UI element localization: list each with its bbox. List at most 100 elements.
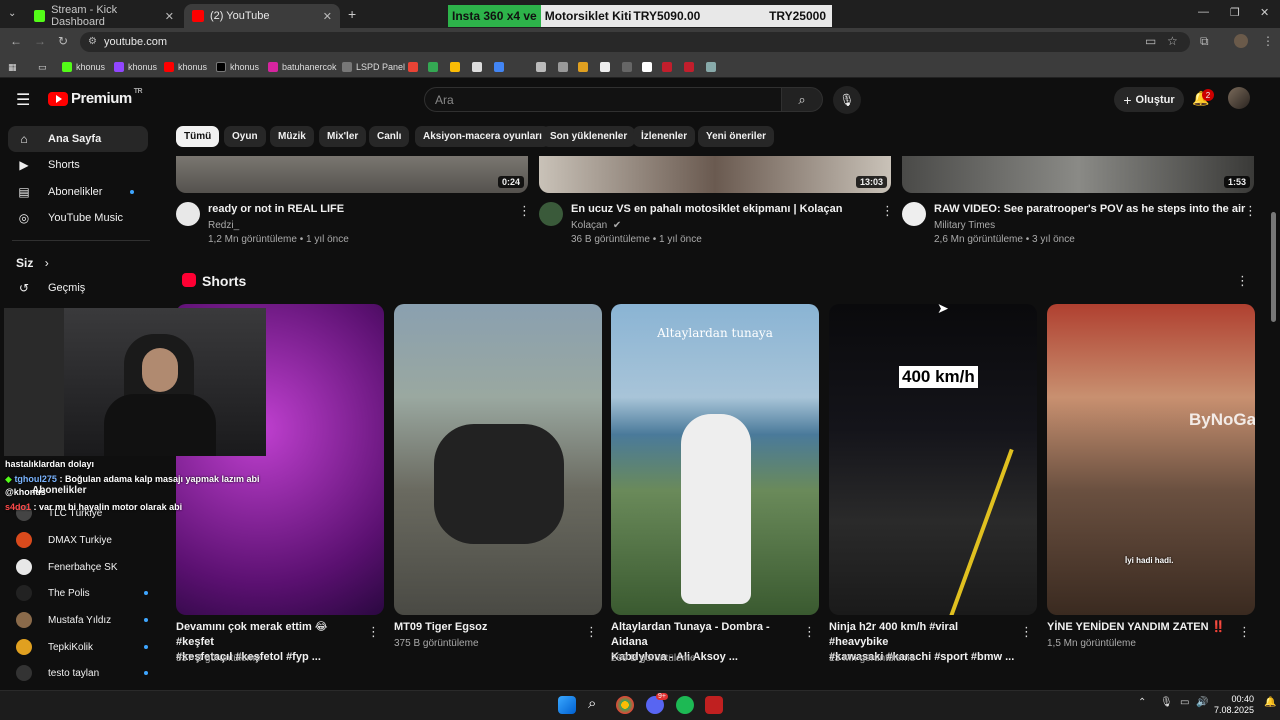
- sidebar-item-home[interactable]: ⌂ Ana Sayfa: [8, 126, 148, 152]
- more-options-icon[interactable]: ⋮: [1020, 624, 1033, 640]
- bookmark-icon[interactable]: [684, 60, 698, 74]
- bookmark-icon[interactable]: [706, 60, 720, 74]
- bookmark-icon[interactable]: [408, 60, 422, 74]
- sidebar-item-history[interactable]: ↺ Geçmiş: [8, 275, 148, 301]
- chip-all[interactable]: Tümü: [176, 126, 220, 147]
- video-channel[interactable]: Military Times: [934, 220, 995, 231]
- video-thumbnail[interactable]: 13:03: [539, 156, 891, 193]
- short-thumbnail[interactable]: [394, 304, 602, 615]
- reload-icon[interactable]: ↻: [58, 34, 68, 48]
- channel-avatar[interactable]: [539, 202, 563, 226]
- extensions-icon[interactable]: ⧉: [1200, 34, 1209, 49]
- video-title[interactable]: RAW VIDEO: See paratrooper's POV as he s…: [934, 203, 1245, 215]
- bookmark-twitch[interactable]: khonus: [114, 60, 157, 74]
- apps-icon[interactable]: ▦: [8, 60, 17, 74]
- tray-mic-icon[interactable]: 🎙: [1160, 697, 1173, 708]
- start-menu-icon[interactable]: [558, 696, 576, 714]
- create-button[interactable]: + Oluştur: [1114, 87, 1184, 112]
- voice-search-button[interactable]: 🎙: [833, 86, 861, 114]
- short-title[interactable]: MT09 Tiger Egsoz: [394, 620, 579, 635]
- back-icon[interactable]: ←: [10, 34, 22, 48]
- bookmark-icon[interactable]: [622, 60, 636, 74]
- short-thumbnail[interactable]: 400 km/h: [829, 304, 1037, 615]
- forward-icon[interactable]: →: [34, 34, 46, 48]
- video-thumbnail[interactable]: 0:24: [176, 156, 528, 193]
- chip-new-to-you[interactable]: Yeni öneriler: [698, 126, 775, 147]
- more-options-icon[interactable]: ⋮: [1244, 203, 1257, 219]
- tray-network-icon[interactable]: ▭: [1180, 697, 1189, 708]
- video-title[interactable]: ready or not in REAL LIFE: [208, 203, 344, 215]
- chip-recently-uploaded[interactable]: Son yüklenenler: [542, 126, 636, 147]
- short-title[interactable]: YİNE YENİDEN YANDIM ZATEN ‼️: [1047, 620, 1232, 635]
- bookmark-instagram[interactable]: batuhanercok: [268, 60, 337, 74]
- bookmark-icon[interactable]: [642, 60, 656, 74]
- profile-avatar[interactable]: [1234, 34, 1248, 48]
- new-tab-button[interactable]: +: [348, 6, 356, 22]
- close-icon[interactable]: ✕: [165, 10, 174, 23]
- bookmark-x[interactable]: khonus: [216, 60, 259, 74]
- tab-youtube[interactable]: (2) YouTube ✕: [184, 4, 340, 28]
- site-info-icon[interactable]: ⚙: [88, 36, 97, 47]
- menu-dots-icon[interactable]: ⋮: [1262, 34, 1274, 48]
- url-input[interactable]: youtube.com: [80, 32, 1190, 52]
- shorts-more-icon[interactable]: ⋮: [1236, 273, 1249, 289]
- sidebar-channel[interactable]: Fenerbahçe SK: [16, 557, 118, 577]
- taskbar-search-icon[interactable]: ⌕: [588, 695, 596, 712]
- short-thumbnail[interactable]: ByNoGame İyi hadi hadi.: [1047, 304, 1255, 615]
- bookmark-icon[interactable]: [600, 60, 614, 74]
- bookmark-star-icon[interactable]: ☆: [1167, 34, 1178, 48]
- more-options-icon[interactable]: ⋮: [518, 203, 531, 219]
- close-icon[interactable]: ✕: [323, 10, 332, 23]
- video-channel[interactable]: Kolaçan ✔: [571, 220, 621, 231]
- tab-search-icon[interactable]: ⌄: [8, 8, 16, 19]
- app-icon[interactable]: [705, 696, 723, 714]
- sidebar-channel[interactable]: Mustafa Yıldız: [16, 610, 148, 630]
- more-options-icon[interactable]: ⋮: [881, 203, 894, 219]
- sidebar-item-music[interactable]: ◎ YouTube Music: [8, 205, 148, 231]
- minimize-icon[interactable]: —: [1198, 6, 1209, 18]
- hamburger-menu-icon[interactable]: ☰: [16, 90, 30, 110]
- tab-kick[interactable]: Stream - Kick Dashboard ✕: [26, 4, 182, 28]
- spotify-icon[interactable]: [676, 696, 694, 714]
- chip-live[interactable]: Canlı: [369, 126, 410, 147]
- restore-icon[interactable]: ❐: [1230, 6, 1240, 19]
- sidebar-channel[interactable]: testo taylan: [16, 663, 148, 683]
- bookmark-kick[interactable]: khonus: [62, 60, 105, 74]
- folder-icon[interactable]: ▭: [38, 60, 47, 74]
- sidebar-channel[interactable]: DMAX Turkiye: [16, 530, 112, 550]
- channel-avatar[interactable]: [902, 202, 926, 226]
- bookmark-youtube[interactable]: khonus: [164, 60, 207, 74]
- youtube-premium-logo[interactable]: Premium TR: [48, 88, 143, 107]
- video-channel[interactable]: Redzi_: [208, 220, 239, 231]
- chip-action-adventure[interactable]: Aksiyon-macera oyunları: [415, 126, 550, 147]
- short-thumbnail[interactable]: Altaylardan tunaya: [611, 304, 819, 615]
- tray-chevron-icon[interactable]: ⌃: [1138, 697, 1146, 708]
- close-window-icon[interactable]: ✕: [1260, 6, 1269, 19]
- chip-watched[interactable]: İzlenenler: [633, 126, 696, 147]
- notification-center-icon[interactable]: 🔔: [1264, 697, 1276, 708]
- bookmark-icon[interactable]: [472, 60, 486, 74]
- more-options-icon[interactable]: ⋮: [585, 624, 598, 640]
- bookmark-lspd[interactable]: LSPD Panel: [342, 60, 405, 74]
- chip-music[interactable]: Müzik: [270, 126, 314, 147]
- sidebar-item-subscriptions[interactable]: ▤ Abonelikler: [8, 179, 148, 205]
- search-input[interactable]: Ara: [424, 87, 782, 112]
- video-title[interactable]: En ucuz VS en pahalı motosiklet ekipmanı…: [571, 203, 842, 215]
- channel-avatar[interactable]: [176, 202, 200, 226]
- more-options-icon[interactable]: ⋮: [367, 624, 380, 640]
- more-options-icon[interactable]: ⋮: [803, 624, 816, 640]
- sidebar-you-heading[interactable]: Siz ›: [16, 256, 49, 270]
- account-avatar[interactable]: [1228, 87, 1250, 109]
- bookmark-icon[interactable]: [536, 60, 550, 74]
- tray-volume-icon[interactable]: 🔊: [1196, 697, 1208, 708]
- video-thumbnail[interactable]: 1:53: [902, 156, 1254, 193]
- search-button[interactable]: ⌕: [781, 87, 823, 112]
- sidebar-channel[interactable]: TepkiKolik: [16, 637, 148, 657]
- bookmark-icon[interactable]: [558, 60, 572, 74]
- taskbar-clock[interactable]: 00:40 7.08.2025: [1214, 694, 1254, 716]
- bookmark-icon[interactable]: [578, 60, 592, 74]
- bookmark-icon[interactable]: [450, 60, 464, 74]
- sidebar-channel[interactable]: The Polis: [16, 583, 148, 603]
- page-scrollbar-thumb[interactable]: [1271, 212, 1276, 322]
- chip-gaming[interactable]: Oyun: [224, 126, 266, 147]
